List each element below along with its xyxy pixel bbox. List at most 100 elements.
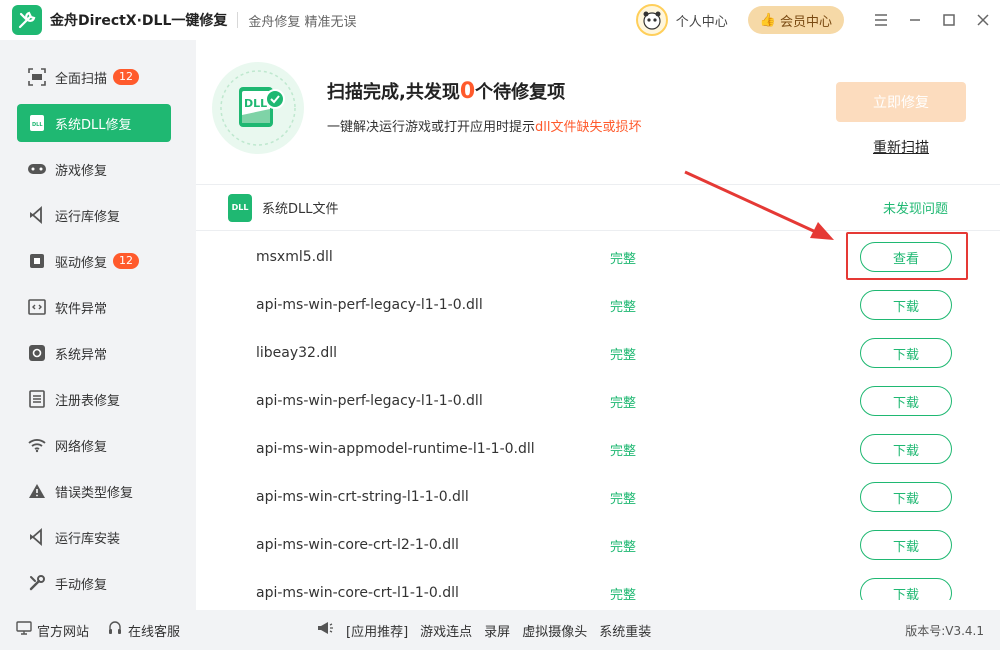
footer-link-system-reinstall[interactable]: 系统重装 bbox=[599, 621, 651, 640]
section-status: 未发现问题 bbox=[882, 202, 948, 217]
megaphone-icon bbox=[316, 620, 334, 640]
dll-file-list: msxml5.dll 完整 查看 api-ms-win-perf-legacy-… bbox=[196, 233, 1000, 600]
annotation-highlight-box bbox=[846, 232, 968, 280]
dll-icon: DLL bbox=[27, 113, 47, 133]
recommend-label: [应用推荐] bbox=[346, 624, 409, 640]
file-status: 完整 bbox=[610, 251, 637, 267]
app-slogan: 金舟修复 精准无误 bbox=[248, 14, 357, 30]
table-row: api-ms-win-perf-legacy-l1-1-0.dll 完整 下载 bbox=[196, 281, 1000, 329]
close-icon[interactable] bbox=[966, 0, 1000, 40]
scan-icon bbox=[27, 67, 47, 87]
maximize-icon[interactable] bbox=[932, 0, 966, 40]
download-button[interactable]: 下载 bbox=[860, 530, 952, 560]
table-row: api-ms-win-crt-string-l1-1-0.dll 完整 下载 bbox=[196, 473, 1000, 521]
sidebar-item-game-repair[interactable]: 游戏修复 bbox=[17, 150, 171, 188]
vip-center-label: 会员中心 bbox=[779, 14, 832, 30]
sidebar-item-system-dll-repair[interactable]: DLL 系统DLL修复 bbox=[17, 104, 171, 142]
download-button[interactable]: 下载 bbox=[860, 338, 952, 368]
file-name: api-ms-win-perf-legacy-l1-1-0.dll bbox=[256, 393, 483, 409]
warning-icon bbox=[27, 481, 47, 501]
download-button[interactable]: 下载 bbox=[860, 386, 952, 416]
file-name: msxml5.dll bbox=[256, 249, 333, 265]
sidebar-item-label: 软件异常 bbox=[55, 301, 108, 317]
footer-left: 官方网站 在线客服 bbox=[16, 620, 180, 640]
menu-icon[interactable] bbox=[864, 0, 898, 40]
thumbs-up-icon: 👍 bbox=[759, 12, 776, 28]
list-icon bbox=[27, 389, 47, 409]
official-site-label: 官方网站 bbox=[37, 624, 90, 640]
footer-bar: 官方网站 在线客服 [应用推荐] 游戏连点 录屏 虚拟摄像头 系统重装 版本号:… bbox=[0, 610, 1000, 650]
file-name: api-ms-win-appmodel-runtime-l1-1-0.dll bbox=[256, 441, 535, 457]
download-button[interactable]: 下载 bbox=[860, 290, 952, 320]
sidebar-item-software-error[interactable]: 软件异常 bbox=[17, 288, 171, 326]
subtitle-prefix: 一键解决运行游戏或打开应用时提示 bbox=[327, 120, 536, 135]
sidebar-item-full-scan[interactable]: 全面扫描 12 bbox=[17, 58, 171, 96]
sidebar-item-network-repair[interactable]: 网络修复 bbox=[17, 426, 171, 464]
wifi-icon bbox=[27, 435, 47, 455]
install-icon bbox=[27, 527, 47, 547]
footer-recommend: [应用推荐] 游戏连点 录屏 虚拟摄像头 系统重装 bbox=[316, 620, 651, 640]
section-header: DLL 系统DLL文件 未发现问题 bbox=[196, 185, 1000, 231]
headset-icon bbox=[107, 620, 123, 640]
sidebar-item-label: 驱动修复 bbox=[55, 255, 108, 271]
file-name: api-ms-win-perf-legacy-l1-1-0.dll bbox=[256, 297, 483, 313]
dll-icon-text: DLL bbox=[244, 97, 267, 110]
file-status: 完整 bbox=[610, 491, 637, 507]
rescan-link[interactable]: 重新扫描 bbox=[873, 137, 929, 157]
file-name: api-ms-win-core-crt-l2-1-0.dll bbox=[256, 537, 459, 553]
scan-result-subtitle: 一键解决运行游戏或打开应用时提示dll文件缺失或损坏 bbox=[327, 116, 642, 135]
vip-center-button[interactable]: 👍 会员中心 bbox=[747, 6, 844, 34]
avatar[interactable] bbox=[635, 4, 668, 36]
title-bar: 金舟DirectX·DLL一键修复 金舟修复 精准无误 个人中心 👍 会员中心 bbox=[0, 0, 1000, 40]
wrench-icon bbox=[27, 573, 47, 593]
sidebar-item-label: 系统异常 bbox=[55, 347, 108, 363]
svg-text:DLL: DLL bbox=[32, 122, 43, 128]
online-service-link[interactable]: 在线客服 bbox=[107, 620, 180, 640]
sidebar: 全面扫描 12 DLL 系统DLL修复 游戏修复 运行库修复 驱动修复 12 软… bbox=[0, 40, 188, 610]
driver-icon bbox=[27, 251, 47, 271]
sidebar-item-label: 运行库安装 bbox=[55, 531, 121, 547]
sidebar-item-runtime-repair[interactable]: 运行库修复 bbox=[17, 196, 171, 234]
sidebar-item-runtime-install[interactable]: 运行库安装 bbox=[17, 518, 171, 556]
sidebar-item-manual-repair[interactable]: 手动修复 bbox=[17, 564, 171, 602]
monitor-icon bbox=[16, 621, 32, 639]
minimize-icon[interactable] bbox=[898, 0, 932, 40]
sidebar-item-error-type-repair[interactable]: 错误类型修复 bbox=[17, 472, 171, 510]
title-prefix: 扫描完成,共发现 bbox=[327, 82, 460, 103]
main-panel: DLL 扫描完成,共发现0个待修复项 一键解决运行游戏或打开应用时提示dll文件… bbox=[196, 40, 1000, 610]
code-icon bbox=[27, 297, 47, 317]
user-center-link[interactable]: 个人中心 bbox=[676, 11, 728, 30]
sidebar-item-system-error[interactable]: 系统异常 bbox=[17, 334, 171, 372]
sidebar-item-label: 系统DLL修复 bbox=[55, 117, 132, 133]
footer-link-screen-record[interactable]: 录屏 bbox=[484, 621, 510, 640]
file-name: api-ms-win-crt-string-l1-1-0.dll bbox=[256, 489, 469, 505]
download-button[interactable]: 下载 bbox=[860, 434, 952, 464]
app-logo-icon bbox=[12, 5, 42, 35]
footer-link-virtual-camera[interactable]: 虚拟摄像头 bbox=[522, 621, 587, 640]
sidebar-item-driver-repair[interactable]: 驱动修复 12 bbox=[17, 242, 171, 280]
table-row: api-ms-win-core-crt-l2-1-0.dll 完整 下载 bbox=[196, 521, 1000, 569]
runtime-icon bbox=[27, 205, 47, 225]
table-row: libeay32.dll 完整 下载 bbox=[196, 329, 1000, 377]
sidebar-item-label: 运行库修复 bbox=[55, 209, 121, 225]
official-site-link[interactable]: 官方网站 bbox=[16, 620, 89, 640]
dll-check-icon: DLL bbox=[212, 62, 304, 154]
download-button[interactable]: 下载 bbox=[860, 578, 952, 600]
online-service-label: 在线客服 bbox=[128, 624, 181, 640]
footer-link-game-clicker[interactable]: 游戏连点 bbox=[420, 621, 472, 640]
title-suffix: 个待修复项 bbox=[475, 82, 566, 103]
count-badge: 12 bbox=[113, 69, 140, 85]
issue-count: 0 bbox=[459, 79, 476, 104]
sidebar-item-registry-repair[interactable]: 注册表修复 bbox=[17, 380, 171, 418]
sidebar-item-label: 全面扫描 bbox=[55, 71, 108, 87]
file-name: api-ms-win-core-crt-l1-1-0.dll bbox=[256, 585, 459, 600]
sidebar-item-label: 错误类型修复 bbox=[55, 485, 134, 501]
title-separator bbox=[237, 12, 239, 28]
file-status: 完整 bbox=[610, 347, 637, 363]
gamepad-icon bbox=[27, 159, 47, 179]
file-status: 完整 bbox=[610, 299, 637, 315]
download-button[interactable]: 下载 bbox=[860, 482, 952, 512]
subtitle-highlight: dll文件缺失或损坏 bbox=[535, 120, 642, 135]
fix-now-button[interactable]: 立即修复 bbox=[836, 82, 966, 122]
file-status: 完整 bbox=[610, 395, 637, 411]
